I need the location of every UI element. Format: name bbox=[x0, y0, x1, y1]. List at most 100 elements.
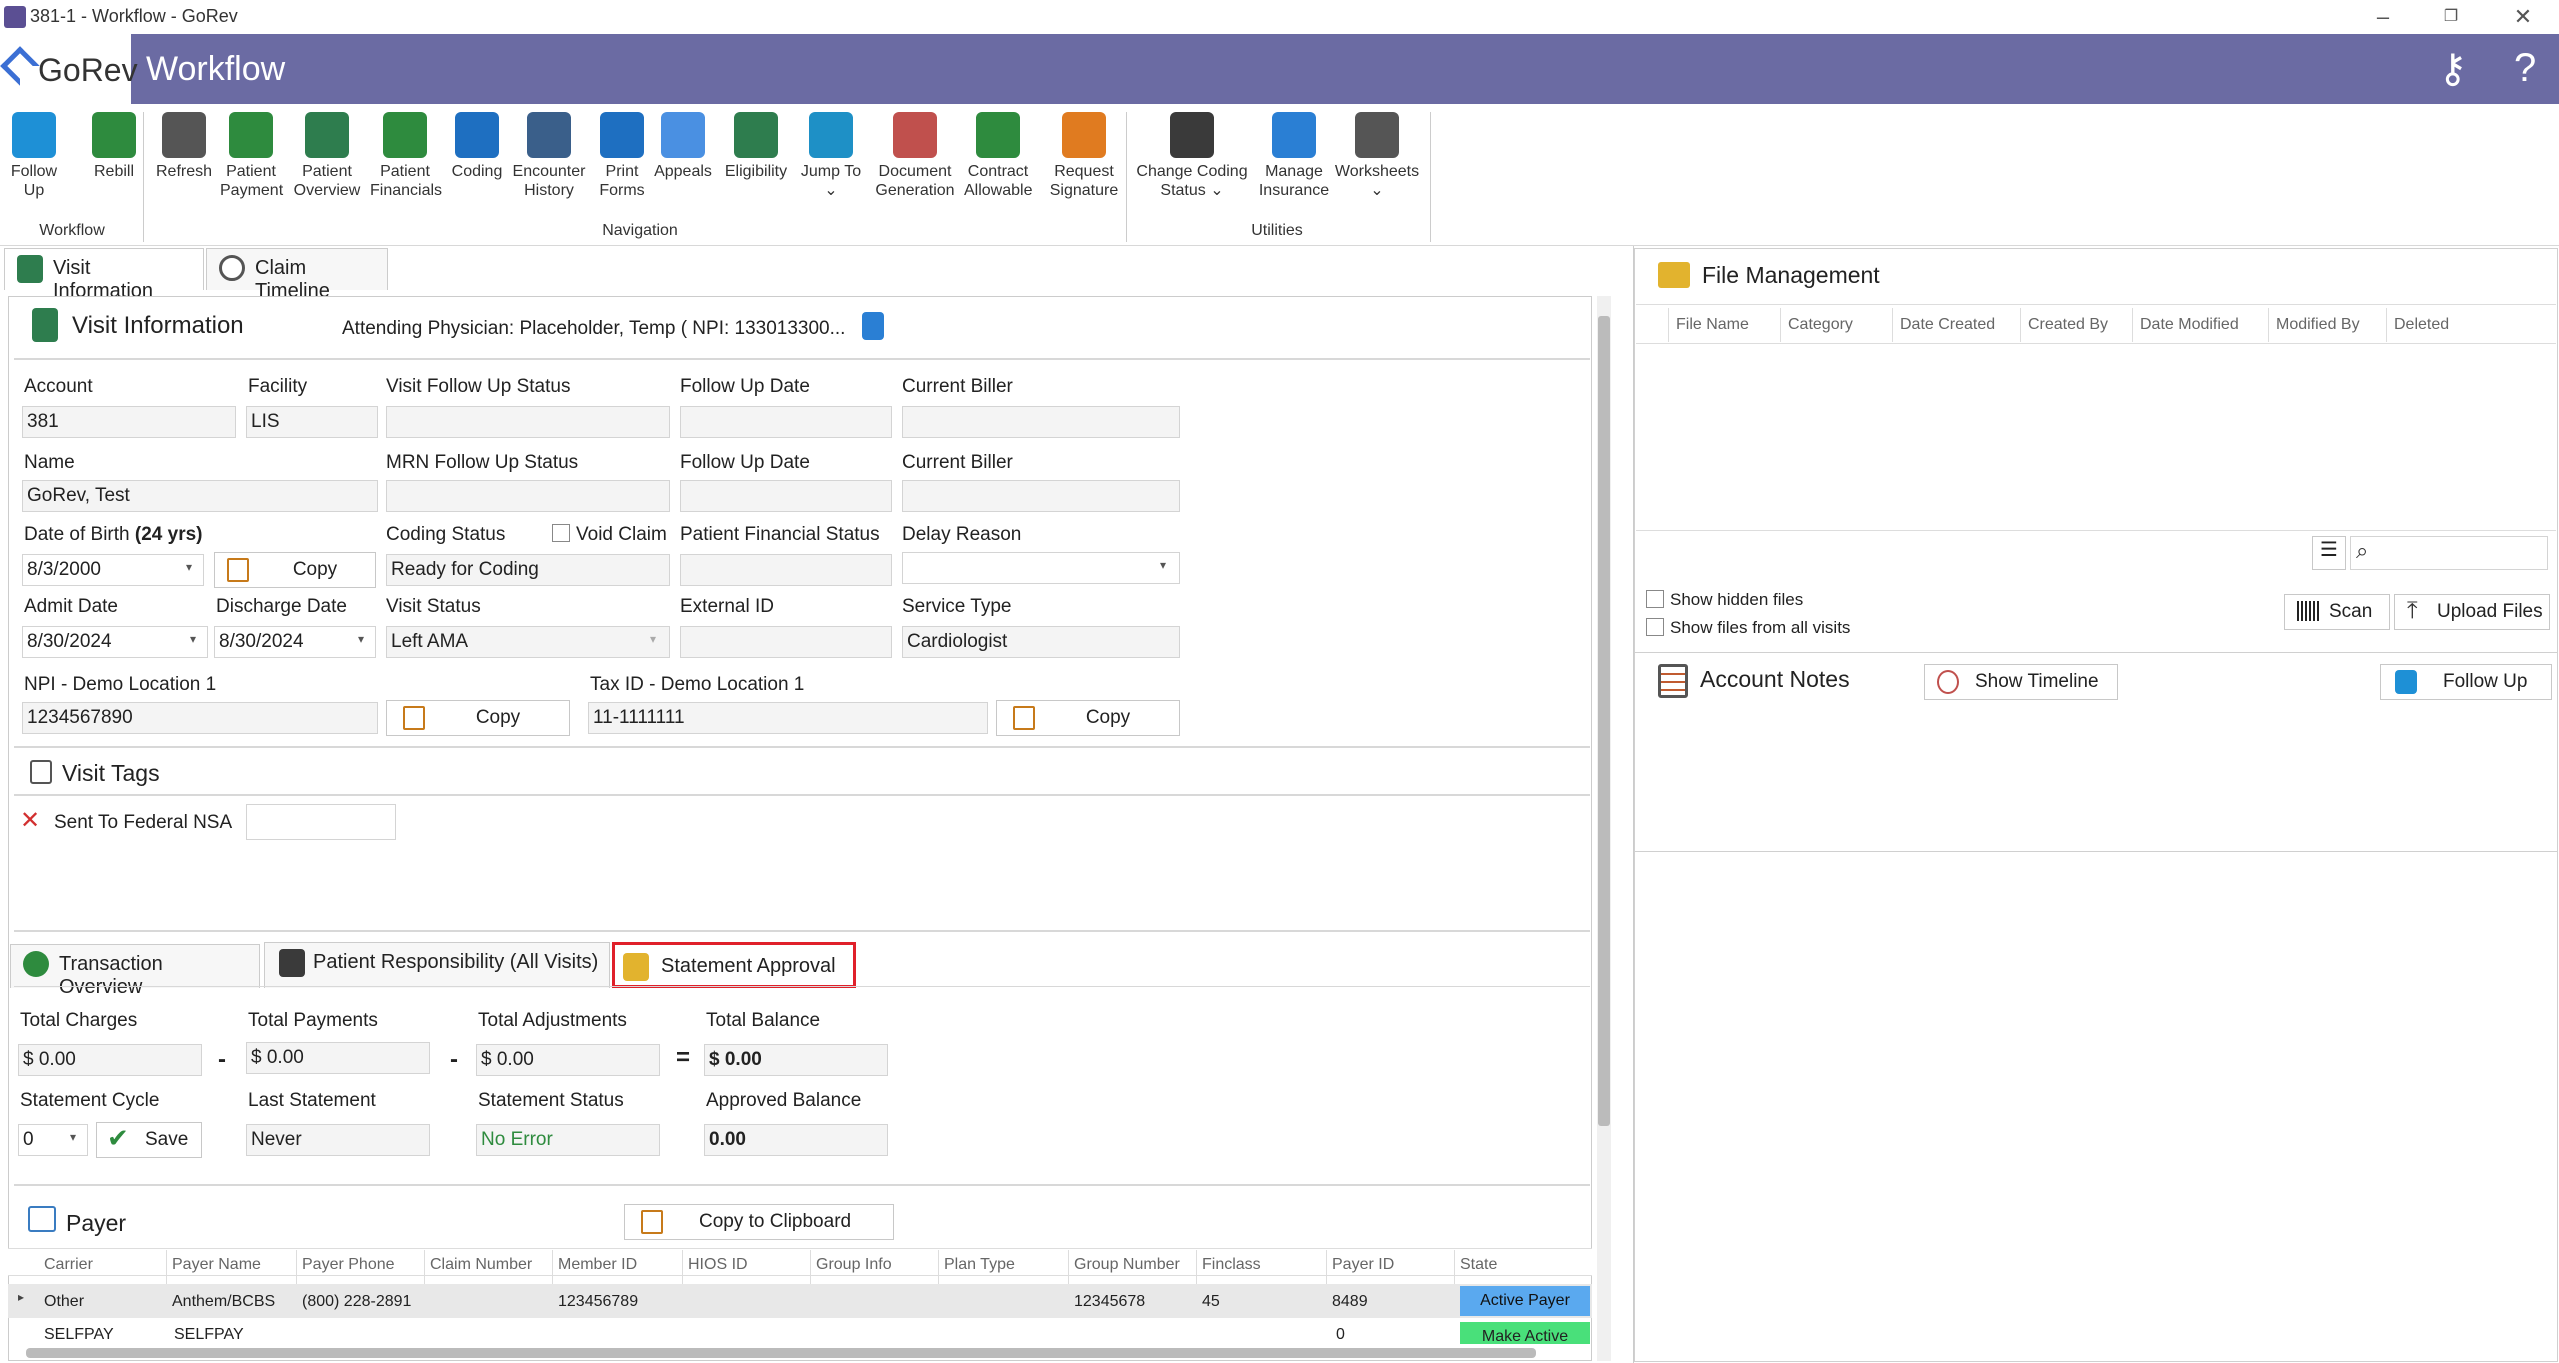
account-field[interactable]: 381 bbox=[22, 406, 236, 438]
column-header[interactable]: State bbox=[1460, 1256, 1497, 1274]
user-keys-icon[interactable]: ⚷ bbox=[2438, 46, 2467, 92]
horizontal-scrollbar[interactable] bbox=[26, 1348, 1536, 1358]
copy-to-clipboard-button[interactable]: Copy to Clipboard bbox=[624, 1204, 894, 1240]
statement-cycle-dropdown-arrow-icon[interactable]: ▾ bbox=[70, 1130, 76, 1144]
column-header[interactable]: Payer ID bbox=[1332, 1256, 1394, 1274]
ribbon-button-print-forms[interactable]: Print Forms bbox=[596, 112, 648, 200]
column-header[interactable]: Payer Phone bbox=[302, 1256, 395, 1274]
delay-reason-dropdown-arrow-icon[interactable]: ▾ bbox=[1160, 558, 1166, 572]
void-claim-checkbox[interactable] bbox=[552, 524, 570, 542]
active-payer-badge[interactable]: Active Payer bbox=[1460, 1286, 1590, 1316]
ribbon-button-eligibility[interactable]: Eligibility bbox=[718, 112, 794, 181]
ribbon-button-document-generation[interactable]: Document Generation bbox=[872, 112, 958, 200]
current-biller2-field[interactable] bbox=[902, 480, 1180, 512]
ribbon-button-request-signature[interactable]: Request Signature bbox=[1048, 112, 1120, 200]
scan-button[interactable]: Scan bbox=[2284, 594, 2390, 630]
ribbon-button-change-coding-status[interactable]: Change Coding Status ⌄ bbox=[1134, 112, 1250, 200]
follow-up-date-field[interactable] bbox=[680, 406, 892, 438]
left-panel-scrollbar[interactable] bbox=[1597, 296, 1611, 1361]
mrn-follow-up-status-field[interactable] bbox=[386, 480, 670, 512]
column-header[interactable]: Group Number bbox=[1074, 1256, 1180, 1274]
service-type-field[interactable]: Cardiologist bbox=[902, 626, 1180, 658]
current-biller-field[interactable] bbox=[902, 406, 1180, 438]
file-column-header[interactable]: File Name bbox=[1676, 316, 1749, 334]
admit-date-dropdown-arrow-icon[interactable]: ▾ bbox=[190, 632, 196, 646]
close-button[interactable]: ✕ bbox=[2498, 2, 2548, 32]
facility-field[interactable]: LIS bbox=[246, 406, 378, 438]
restore-button[interactable]: ❐ bbox=[2426, 2, 2476, 32]
tab-patient-responsibility[interactable]: Patient Responsibility (All Visits) bbox=[264, 942, 610, 988]
upload-files-button[interactable]: ⤒ Upload Files bbox=[2394, 594, 2550, 630]
ribbon-button-label: Jump To bbox=[800, 163, 862, 180]
show-hidden-files-checkbox[interactable] bbox=[1646, 590, 1664, 608]
file-column-header[interactable]: Created By bbox=[2028, 316, 2108, 334]
visit-status-select[interactable]: Left AMA bbox=[386, 626, 670, 658]
file-column-header[interactable]: Date Modified bbox=[2140, 316, 2239, 334]
minimize-button[interactable]: – bbox=[2358, 2, 2408, 32]
tab-transaction-overview[interactable]: Transaction Overview bbox=[10, 944, 260, 998]
column-header[interactable]: Carrier bbox=[44, 1256, 93, 1274]
column-header[interactable]: Payer Name bbox=[172, 1256, 261, 1274]
file-search-input[interactable] bbox=[2350, 536, 2548, 570]
ribbon-button-encounter-history[interactable]: Encounter History bbox=[510, 112, 588, 200]
statement-cycle-select[interactable]: 0 bbox=[18, 1124, 88, 1156]
file-column-header[interactable]: Deleted bbox=[2394, 316, 2449, 334]
ribbon-button-follow-up[interactable]: Follow Up bbox=[6, 112, 62, 200]
make-active-button[interactable]: Make Active bbox=[1460, 1322, 1590, 1344]
column-header[interactable]: Member ID bbox=[558, 1256, 637, 1274]
ribbon-button-contract-allowable[interactable]: Contract Allowable bbox=[964, 112, 1032, 200]
file-column-header[interactable]: Modified By bbox=[2276, 316, 2360, 334]
ribbon-button-manage-insurance[interactable]: Manage Insurance bbox=[1256, 112, 1332, 200]
ribbon-button-patient-payment[interactable]: Patient Payment bbox=[220, 112, 283, 200]
visit-status-dropdown-arrow-icon[interactable]: ▾ bbox=[650, 632, 656, 646]
coding-icon bbox=[455, 112, 499, 158]
column-header[interactable]: Finclass bbox=[1202, 1256, 1261, 1274]
dob-dropdown-arrow-icon[interactable]: ▾ bbox=[186, 560, 192, 574]
menu-icon[interactable]: ☰ bbox=[2312, 536, 2346, 570]
save-statement-cycle-button[interactable]: ✔ Save bbox=[96, 1122, 202, 1158]
column-header[interactable]: HIOS ID bbox=[688, 1256, 748, 1274]
physician-info-icon[interactable] bbox=[862, 312, 884, 340]
ribbon-button-patient-overview[interactable]: Patient Overview bbox=[292, 112, 362, 200]
ribbon-button-appeals[interactable]: Appeals bbox=[650, 112, 716, 181]
file-column-header[interactable]: Category bbox=[1788, 316, 1853, 334]
ribbon-button-patient-financials[interactable]: Patient Financials bbox=[370, 112, 442, 200]
show-timeline-button[interactable]: Show Timeline bbox=[1924, 664, 2118, 700]
copy-dob-button[interactable]: Copy bbox=[214, 552, 376, 588]
copy-npi-button[interactable]: Copy bbox=[386, 700, 570, 736]
ribbon-button-jump-to[interactable]: Jump To ⌄ bbox=[796, 112, 866, 200]
discharge-date-dropdown-arrow-icon[interactable]: ▾ bbox=[358, 632, 364, 646]
copy-tax-id-button[interactable]: Copy bbox=[996, 700, 1180, 736]
tab-statement-approval[interactable]: Statement Approval bbox=[612, 942, 856, 988]
show-all-visits-checkbox[interactable] bbox=[1646, 618, 1664, 636]
help-icon[interactable]: ? bbox=[2514, 46, 2536, 91]
tab-claim-timeline[interactable]: Claim Timeline bbox=[206, 248, 388, 302]
visit-follow-up-status-field[interactable] bbox=[386, 406, 670, 438]
tab-visit-information[interactable]: Visit Information bbox=[4, 248, 204, 302]
ribbon-button-refresh[interactable]: Refresh bbox=[152, 112, 216, 181]
dob-field[interactable]: 8/3/2000 bbox=[22, 554, 204, 586]
ribbon-button-label: Patient bbox=[380, 163, 430, 180]
column-header[interactable]: Claim Number bbox=[430, 1256, 532, 1274]
follow-up-button[interactable]: Follow Up bbox=[2380, 664, 2552, 700]
npi-field[interactable]: 1234567890 bbox=[22, 702, 378, 734]
tag-value-field[interactable] bbox=[246, 804, 396, 840]
tax-id-field[interactable]: 11-1111111 bbox=[588, 702, 988, 734]
delay-reason-select[interactable] bbox=[902, 552, 1180, 584]
scrollbar-thumb[interactable] bbox=[1598, 316, 1610, 1126]
column-header[interactable]: Plan Type bbox=[944, 1256, 1015, 1274]
admit-date-field[interactable]: 8/30/2024 bbox=[22, 626, 208, 658]
column-header[interactable]: Group Info bbox=[816, 1256, 892, 1274]
table-row[interactable]: SELFPAY SELFPAY 0 Make Active bbox=[8, 1318, 1592, 1344]
external-id-field[interactable] bbox=[680, 626, 892, 658]
file-column-header[interactable]: Date Created bbox=[1900, 316, 1995, 334]
name-field[interactable]: GoRev, Test bbox=[22, 480, 378, 512]
coding-status-field[interactable]: Ready for Coding bbox=[386, 554, 670, 586]
remove-tag-icon[interactable]: ✕ bbox=[20, 806, 40, 835]
ribbon-button-coding[interactable]: Coding bbox=[448, 112, 506, 181]
patient-financial-status-field[interactable] bbox=[680, 554, 892, 586]
ribbon-button-worksheets[interactable]: Worksheets ⌄ bbox=[1332, 112, 1422, 200]
discharge-date-field[interactable]: 8/30/2024 bbox=[214, 626, 376, 658]
follow-up-date2-field[interactable] bbox=[680, 480, 892, 512]
ribbon-button-rebill[interactable]: Rebill bbox=[84, 112, 144, 181]
